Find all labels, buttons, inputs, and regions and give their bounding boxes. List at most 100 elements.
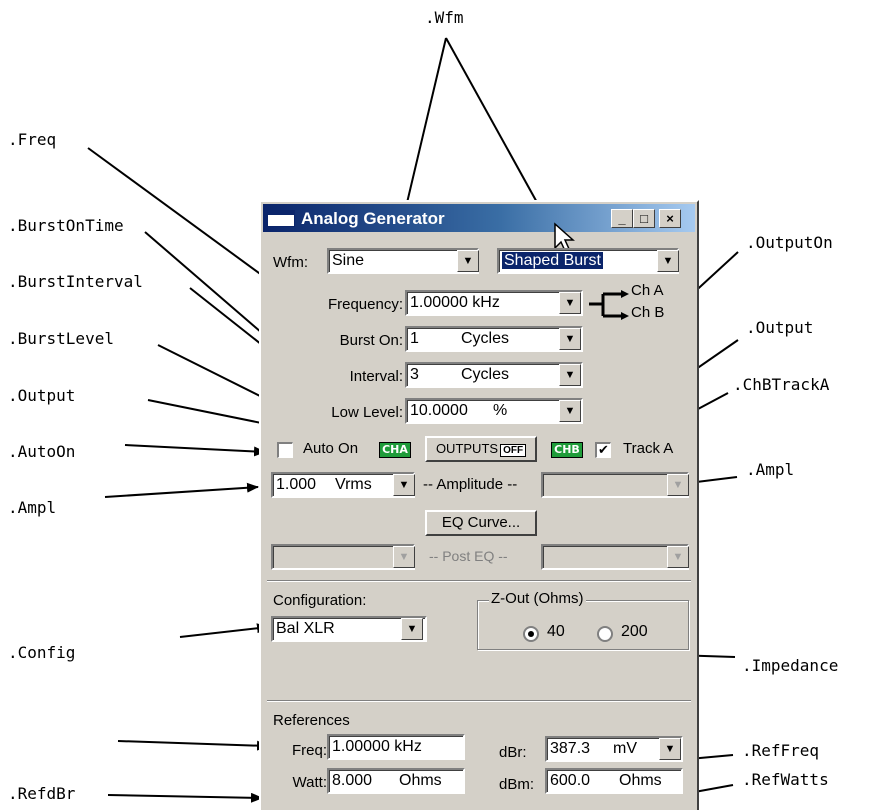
- ampl-left-arrow: [104, 482, 259, 498]
- low-level-label: Low Level:: [331, 404, 403, 421]
- refdbr-arrow-top: [117, 740, 269, 751]
- amplitude-label: -- Amplitude --: [423, 476, 518, 493]
- ref-dbr-label: dBr:: [499, 744, 527, 761]
- channel-split-icon: [589, 290, 629, 320]
- wfm-label: Wfm:: [273, 254, 308, 271]
- chb-amplitude-dropdown-button[interactable]: ▼: [667, 474, 689, 496]
- ref-watts-unit: Ohms: [399, 772, 442, 789]
- frequency-value: 1.00000 kHz: [410, 294, 500, 311]
- amplitude-value: 1.000: [276, 476, 317, 493]
- callout-ampl-right: .Ampl: [746, 460, 795, 479]
- callout-ref-freq: .RefFreq: [742, 741, 820, 760]
- z-out-200-label: 200: [621, 623, 648, 640]
- callout-output-right: .Output: [746, 318, 814, 337]
- callout-config: .Config: [8, 643, 76, 662]
- interval-label: Interval:: [349, 368, 403, 385]
- ref-dbr-unit: mV: [613, 740, 637, 757]
- frequency-input[interactable]: 1.00000 kHz: [405, 290, 583, 316]
- callout-auto-on: .AutoOn: [8, 442, 76, 461]
- burst-on-dropdown-button[interactable]: ▼: [559, 328, 581, 350]
- cha-output-indicator: CHA: [379, 442, 411, 458]
- ref-freq-value: 1.00000 kHz: [332, 738, 422, 755]
- interval-unit: Cycles: [461, 366, 510, 383]
- cha-post-eq-dropdown-button[interactable]: ▼: [393, 546, 415, 568]
- configuration-dropdown-button[interactable]: ▼: [401, 618, 423, 640]
- wfm-value: Sine: [332, 252, 365, 269]
- low-level-input[interactable]: 10.0000 %: [405, 398, 583, 424]
- callout-output-on: .OutputOn: [746, 233, 833, 252]
- interval-value: 3: [410, 366, 419, 383]
- config-arrow: [179, 623, 269, 638]
- z-out-group: [477, 600, 689, 650]
- channel-a-label: Ch A: [631, 282, 664, 299]
- ref-dbm-input[interactable]: 600.0 Ohms: [545, 768, 683, 794]
- low-level-value: 10.0000: [410, 402, 468, 419]
- eq-curve-button[interactable]: EQ Curve...: [425, 510, 537, 536]
- amplitude-unit-dropdown-button[interactable]: ▼: [393, 474, 415, 496]
- outputs-button-label: OUTPUTS: [435, 441, 499, 456]
- callout-freq: .Freq: [8, 130, 57, 149]
- ref-freq-input[interactable]: 1.00000 kHz: [327, 734, 465, 760]
- post-eq-label: -- Post EQ --: [429, 548, 508, 564]
- ref-watts-label: Watt:: [292, 774, 327, 791]
- callout-output-left: .Output: [8, 386, 76, 405]
- wfm-dropdown-button[interactable]: ▼: [457, 250, 479, 272]
- ref-dbm-unit: Ohms: [619, 772, 662, 789]
- burst-on-input[interactable]: 1 Cycles: [405, 326, 583, 352]
- ref-dbr-value: 387.3: [550, 740, 591, 757]
- burst-on-value: 1: [410, 330, 419, 347]
- burst-on-unit: Cycles: [461, 330, 510, 347]
- burst-on-label: Burst On:: [339, 332, 403, 349]
- references-label: References: [273, 712, 350, 729]
- ref-watts-input[interactable]: 8.000 Ohms: [327, 768, 465, 794]
- ref-dbm-value: 600.0: [550, 772, 591, 789]
- z-out-40-radio[interactable]: [523, 626, 539, 642]
- channel-b-label: Ch B: [631, 304, 665, 321]
- chb-output-indicator: CHB: [551, 442, 583, 458]
- configuration-label: Configuration:: [273, 592, 367, 609]
- interval-dropdown-button[interactable]: ▼: [559, 364, 581, 386]
- callout-ampl-left: .Ampl: [8, 498, 57, 517]
- callout-ref-watts: .RefWatts: [742, 770, 829, 789]
- low-level-dropdown-button[interactable]: ▼: [559, 400, 581, 422]
- z-out-200-radio[interactable]: [597, 626, 613, 642]
- amplitude-unit: Vrms: [335, 476, 372, 493]
- title-bar[interactable]: Analog Generator _ □ ×: [263, 204, 695, 232]
- callout-refdbr: .RefdBr: [8, 784, 76, 803]
- ref-dbm-label: dBm:: [499, 776, 535, 793]
- ref-freq-label: Freq:: [291, 742, 327, 759]
- close-button[interactable]: ×: [659, 209, 681, 228]
- callout-impedance: .Impedance: [742, 656, 839, 675]
- wfm-type-dropdown-button[interactable]: ▼: [657, 250, 679, 272]
- outputs-button[interactable]: OUTPUTS OFF: [425, 436, 537, 462]
- low-level-unit: %: [493, 402, 508, 419]
- window-title: Analog Generator: [301, 209, 445, 228]
- ref-dbr-dropdown-button[interactable]: ▼: [659, 738, 681, 760]
- track-a-checkbox[interactable]: ✔: [595, 442, 611, 458]
- interval-input[interactable]: 3 Cycles: [405, 362, 583, 388]
- window-icon: [267, 210, 295, 227]
- wfm-type-select[interactable]: Shaped Burst: [497, 248, 679, 274]
- chb-post-eq-dropdown-button[interactable]: ▼: [667, 546, 689, 568]
- callout-burst-interval: .BurstInterval: [8, 272, 143, 291]
- auto-on-arrow: [124, 444, 266, 457]
- analog-generator-window: Analog Generator _ □ × Wfm: Sine ▼ Shape…: [259, 200, 699, 810]
- callout-burst-level: .BurstLevel: [8, 329, 114, 348]
- separator: [267, 700, 691, 702]
- configuration-value: Bal XLR: [276, 620, 335, 637]
- track-a-label: Track A: [623, 440, 674, 457]
- z-out-40-label: 40: [547, 623, 565, 640]
- refdbr-arrow: [107, 792, 263, 803]
- frequency-label: Frequency:: [327, 296, 403, 313]
- callout-wfm: .Wfm: [425, 8, 464, 27]
- burst-on-time-arrow: [144, 231, 277, 346]
- callout-chb-track-a: .ChBTrackA: [733, 375, 830, 394]
- outputs-off-indicator: OFF: [500, 444, 527, 457]
- maximize-button[interactable]: □: [633, 209, 655, 228]
- frequency-dropdown-button[interactable]: ▼: [559, 292, 581, 314]
- auto-on-checkbox[interactable]: [277, 442, 293, 458]
- z-out-label: Z-Out (Ohms): [489, 590, 586, 607]
- callout-burst-on-time: .BurstOnTime: [8, 216, 124, 235]
- wfm-type-value: Shaped Burst: [502, 252, 603, 269]
- minimize-button[interactable]: _: [611, 209, 633, 228]
